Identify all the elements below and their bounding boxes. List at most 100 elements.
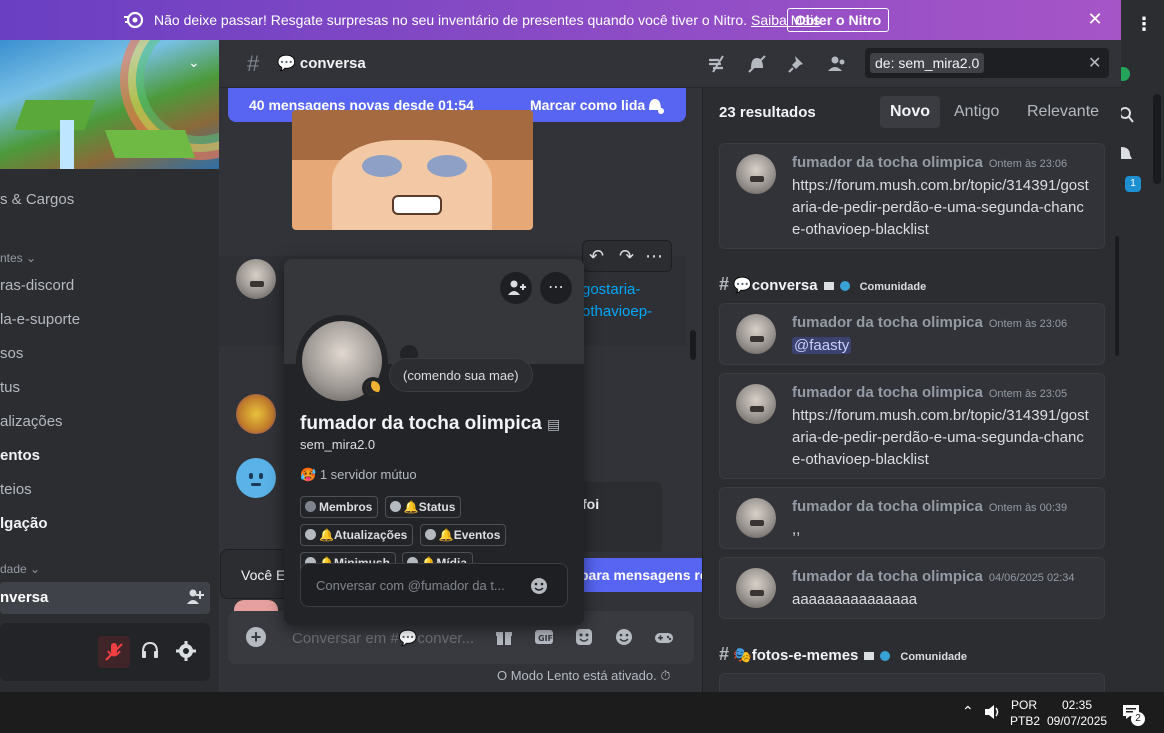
mark-as-read-button[interactable]: Marcar como lida	[530, 97, 645, 113]
notifications-off-icon[interactable]	[747, 54, 767, 74]
sidebar-item-suporte[interactable]: la-e-suporte	[0, 311, 80, 328]
mute-mic-button[interactable]	[98, 636, 130, 668]
display-name: fumador da tocha olimpica ▤	[300, 413, 560, 435]
add-member-icon[interactable]	[186, 588, 204, 606]
sidebar-item-avisos[interactable]: sos	[0, 345, 23, 362]
result-channel-header[interactable]: # 💬conversa Comunidade	[719, 274, 926, 295]
result-author[interactable]: fumador da tocha olimpica Ontem às 23:05	[792, 384, 1067, 401]
note-icon[interactable]: ▤	[547, 416, 560, 432]
role-chip[interactable]: 🔔Status	[384, 496, 462, 518]
window-scrollbar[interactable]	[1153, 94, 1161, 184]
pin-icon[interactable]	[787, 54, 807, 74]
role-chip[interactable]: 🔔Atualizações	[300, 524, 414, 546]
gear-icon[interactable]	[175, 640, 197, 662]
avatar[interactable]	[736, 568, 776, 608]
get-nitro-button[interactable]: Obter o Nitro	[787, 8, 889, 32]
image-attachment[interactable]	[292, 110, 533, 230]
avatar[interactable]	[736, 498, 776, 538]
search-filter-token[interactable]: de: sem_mira2.0	[870, 53, 985, 73]
chevron-down-icon[interactable]: ⌄	[188, 54, 200, 71]
result-text: aaaaaaaaaaaaaaa	[792, 591, 918, 608]
user-mention[interactable]: @faasty	[792, 337, 852, 354]
message-input[interactable]: Conversar em #💬conver...	[292, 629, 474, 647]
sidebar-item-conversa[interactable]: nversa	[0, 582, 210, 614]
bell-icon[interactable]	[1121, 145, 1133, 163]
reply-icon[interactable]: ↶	[589, 246, 604, 267]
add-attachment-icon[interactable]: +	[246, 627, 266, 647]
forward-icon[interactable]: ↷	[619, 246, 634, 267]
avatar[interactable]	[236, 394, 276, 434]
sidebar-item-divulgacao[interactable]: lgação	[0, 515, 48, 532]
result-author[interactable]: fumador da tocha olimpica Ontem às 23:06	[792, 314, 1067, 331]
sidebar-item-atualizacoes[interactable]: alizações	[0, 413, 63, 430]
add-friend-button[interactable]	[500, 272, 532, 304]
sidebar-item-cargos[interactable]: s & Cargos	[0, 191, 74, 208]
avatar[interactable]	[236, 259, 276, 299]
result-link[interactable]: https://forum.mush.com.br/topic/314391/g…	[792, 405, 1092, 471]
volume-icon[interactable]	[984, 704, 1002, 720]
result-author[interactable]: fumador da tocha olimpica Ontem às 00:39	[792, 498, 1067, 515]
emoji-icon[interactable]	[530, 577, 548, 595]
result-author[interactable]: fumador da tocha olimpica Ontem às 23:06	[792, 154, 1067, 171]
results-scrollbar[interactable]	[1115, 236, 1119, 356]
search-result[interactable]: fumador da tocha olimpica Ontem às 23:06 …	[719, 303, 1105, 365]
search-result[interactable]: fumador da tocha olimpica Ontem às 00:39 …	[719, 487, 1105, 549]
custom-status[interactable]: (comendo sua mae)	[389, 358, 533, 392]
search-result[interactable]: fumador da tocha olimpica Ontem às 23:05 …	[719, 373, 1105, 479]
channel-sidebar: ⌄ s & Cargos ntes ⌄ ras-discord la-e-sup…	[0, 40, 219, 692]
sidebar-category-comunidade[interactable]: dade ⌄	[0, 562, 40, 576]
search-result[interactable]	[719, 673, 1105, 692]
search-result[interactable]: fumador da tocha olimpica 04/06/2025 02:3…	[719, 557, 1105, 619]
more-icon[interactable]: ⋯	[645, 246, 663, 267]
sidebar-item-sorteios[interactable]: teios	[0, 481, 32, 498]
search-icon[interactable]	[1121, 106, 1135, 124]
close-icon[interactable]: ✕	[1086, 10, 1104, 28]
sort-newest-tab[interactable]: Novo	[880, 96, 940, 128]
member-list-icon[interactable]	[827, 54, 847, 74]
role-label: 🔔Atualizações	[319, 528, 408, 542]
clear-search-icon[interactable]: ✕	[1088, 53, 1101, 73]
profile-avatar[interactable]	[296, 315, 388, 407]
mutual-servers[interactable]: 🥵 1 servidor mútuo	[300, 467, 417, 483]
jump-to-present-button[interactable]: para mensagens rec	[572, 558, 702, 592]
result-link[interactable]: https://forum.mush.com.br/topic/314391/g…	[792, 175, 1092, 241]
sort-relevant-tab[interactable]: Relevante	[1017, 96, 1109, 128]
threads-icon[interactable]	[707, 54, 727, 74]
result-channel-header[interactable]: # 🎭fotos-e-memes Comunidade	[719, 644, 967, 665]
emoji-icon[interactable]	[614, 627, 634, 647]
message-link[interactable]: gostaria-	[582, 281, 640, 298]
search-result[interactable]: fumador da tocha olimpica Ontem às 23:06 …	[719, 143, 1105, 249]
sticker-icon[interactable]	[574, 627, 594, 647]
search-input[interactable]: de: sem_mira2.0 ✕	[865, 48, 1109, 78]
role-chip[interactable]: Membros	[300, 496, 379, 518]
sidebar-category[interactable]: ntes ⌄	[0, 251, 36, 265]
gift-icon[interactable]	[494, 627, 514, 647]
keyboard-layout[interactable]: PTB2	[1010, 714, 1040, 728]
chat-scrollbar[interactable]	[690, 330, 696, 360]
headphones-icon[interactable]	[140, 640, 160, 660]
gif-icon[interactable]: GIF	[534, 627, 554, 647]
jump-label: para mensagens rec	[580, 567, 702, 583]
username[interactable]: sem_mira2.0	[300, 437, 375, 452]
game-controller-icon[interactable]	[654, 627, 674, 647]
nitro-banner: Não deixe passar! Resgate surpresas no s…	[0, 0, 1121, 40]
more-options-button[interactable]: ⋯	[540, 272, 572, 304]
clock-date[interactable]: 09/07/2025	[1047, 714, 1107, 728]
avatar[interactable]	[736, 154, 776, 194]
role-chip[interactable]: 🔔Eventos	[419, 524, 507, 546]
input-language[interactable]: POR	[1011, 698, 1037, 712]
sidebar-item-regras[interactable]: ras-discord	[0, 277, 74, 294]
kebab-menu-icon[interactable]: ⋮	[1135, 14, 1153, 35]
dm-input[interactable]: Conversar com @fumador da t...	[300, 563, 568, 607]
sidebar-item-eventos[interactable]: entos	[0, 447, 40, 464]
sort-oldest-tab[interactable]: Antigo	[944, 96, 1009, 128]
avatar[interactable]	[236, 458, 276, 498]
sidebar-item-status[interactable]: tus	[0, 379, 20, 396]
chevron-up-icon[interactable]: ⌃	[962, 703, 974, 720]
result-author[interactable]: fumador da tocha olimpica 04/06/2025 02:3…	[792, 568, 1075, 585]
message-link[interactable]: othavioep-	[582, 303, 652, 320]
avatar[interactable]	[736, 384, 776, 424]
result-channel-name: 🎭fotos-e-memes	[733, 647, 859, 664]
avatar[interactable]	[736, 314, 776, 354]
clock-time[interactable]: 02:35	[1062, 698, 1092, 712]
